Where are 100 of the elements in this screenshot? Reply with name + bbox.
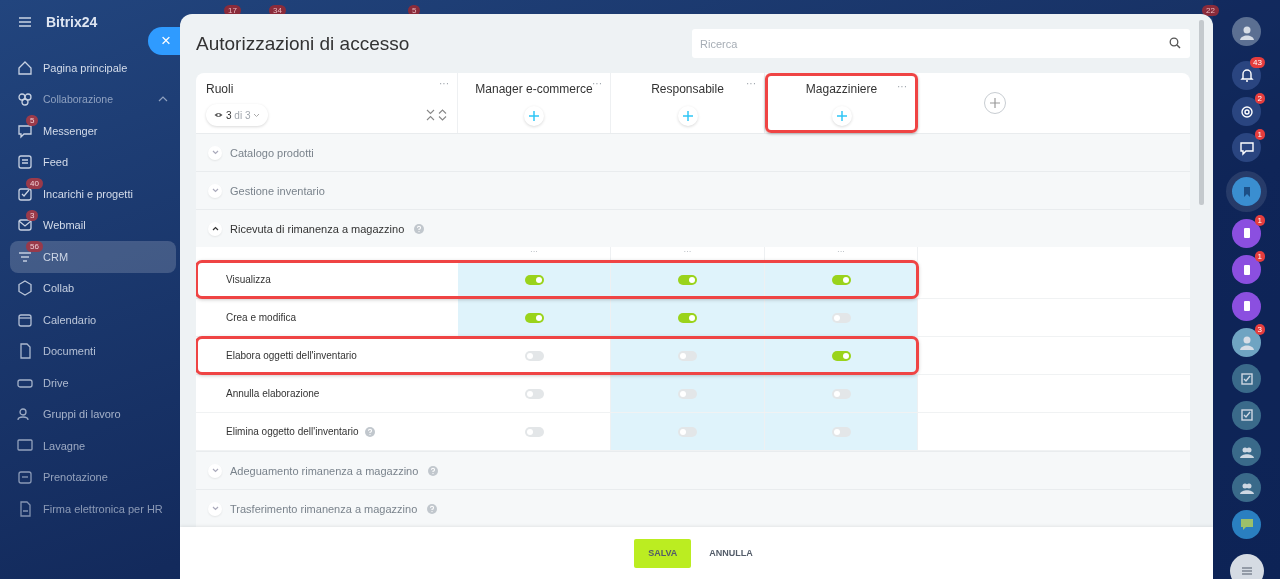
sidebar-item[interactable]: 40 Incarichi e progetti [10, 178, 176, 210]
count-badge: 5 [26, 115, 39, 126]
chevron-icon[interactable] [208, 221, 222, 236]
menu-button[interactable] [1229, 553, 1264, 579]
count-badge: 40 [26, 178, 43, 189]
toggle-switch[interactable] [524, 426, 544, 437]
sidebar-item[interactable]: Calendario [10, 304, 176, 336]
toggle-switch[interactable] [524, 388, 544, 399]
nav-icon [16, 153, 34, 172]
sidebar-group-label[interactable]: Collaborazione [43, 93, 114, 106]
bookmark-icon [1243, 186, 1250, 197]
column-header: Responsabile [651, 82, 724, 96]
sidebar-item[interactable]: Lavagne [10, 430, 176, 462]
sidebar-item[interactable]: Gruppi di lavoro [10, 398, 176, 430]
permission-label: Elimina oggetto dell'inventario [226, 426, 359, 437]
nav-icon [16, 279, 34, 298]
search-field[interactable]: Ricerca [692, 29, 1190, 58]
toggle-switch[interactable] [524, 350, 544, 361]
section-title[interactable]: Ricevuta di rimanenza a magazzino [230, 222, 405, 235]
help-icon[interactable] [364, 426, 375, 437]
toggle-switch[interactable] [678, 312, 697, 323]
nav-icon [16, 468, 34, 487]
scrollbar-thumb[interactable] [1199, 20, 1204, 205]
add-button[interactable] [831, 106, 852, 126]
toggle-switch[interactable] [678, 350, 697, 361]
collapse-icon[interactable] [426, 109, 435, 121]
sidebar-item[interactable]: 56 CRM [10, 241, 176, 273]
save-button[interactable]: SALVA [634, 538, 692, 568]
sidebar-item[interactable]: 5 Messenger [10, 115, 176, 147]
section-title[interactable]: Catalogo prodotti [230, 146, 314, 159]
toggle-switch[interactable] [524, 312, 544, 323]
toggle-switch[interactable] [831, 274, 851, 285]
section-title[interactable]: Adeguamento rimanenza a magazzino [230, 464, 419, 477]
plus-icon [682, 111, 693, 121]
chevron-icon[interactable] [158, 96, 168, 103]
bell-icon [1237, 66, 1256, 85]
section-title[interactable]: Trasferimento rimanenza a magazzino [230, 502, 418, 515]
menu-icon[interactable] [18, 16, 32, 28]
check-button[interactable] [1232, 364, 1261, 394]
role-filter[interactable]: 3 di 3 [206, 104, 269, 126]
book-button[interactable] [1232, 291, 1261, 321]
expand-icon[interactable] [438, 109, 447, 121]
add-button[interactable] [677, 106, 698, 126]
permission-label: Elabora oggetti dell'inventario [226, 350, 357, 361]
close-button[interactable]: × [148, 27, 180, 55]
toggle-switch[interactable] [678, 388, 697, 399]
count-badge: 1 [1254, 129, 1265, 141]
section-title[interactable]: Gestione inventario [230, 184, 325, 197]
logo[interactable]: Bitrix24 [46, 14, 98, 30]
more-menu[interactable]: ··· [897, 81, 907, 92]
more-menu[interactable]: ··· [746, 78, 756, 89]
count-badge: 56 [26, 241, 43, 252]
more-menu[interactable]: ··· [439, 78, 449, 89]
add-button[interactable] [524, 106, 544, 126]
eye-icon [214, 112, 223, 118]
people-button[interactable] [1232, 473, 1261, 503]
count-badge: 43 [1250, 56, 1265, 68]
toggle-switch[interactable] [831, 426, 851, 437]
count-badge: 3 [1254, 323, 1265, 335]
permission-label: Crea e modifica [226, 312, 297, 323]
plus-icon [836, 111, 847, 121]
avatar[interactable] [1232, 17, 1261, 46]
count-badge: 2 [1254, 93, 1265, 105]
sidebar-item[interactable]: 3 Webmail [10, 209, 176, 241]
count-badge: 3 [26, 209, 39, 221]
toggle-switch[interactable] [678, 274, 697, 285]
sidebar-item[interactable]: Documenti [10, 335, 176, 367]
cancel-button[interactable]: ANNULLA [703, 547, 759, 559]
search-icon[interactable] [1169, 37, 1181, 49]
help-icon[interactable] [427, 503, 438, 514]
help-icon[interactable] [414, 223, 425, 234]
toggle-switch[interactable] [678, 426, 697, 437]
help-icon[interactable] [428, 465, 439, 476]
column-header: Manager e-commerce [475, 82, 593, 96]
sidebar-item[interactable]: Collab [10, 272, 176, 304]
people-button[interactable] [1232, 437, 1261, 467]
group-icon [16, 90, 34, 109]
sidebar-item[interactable]: Feed [10, 146, 176, 178]
count-badge: 1 [1254, 214, 1265, 226]
permission-label: Visualizza [226, 274, 271, 285]
plus-icon [529, 111, 539, 121]
toggle-switch[interactable] [831, 312, 851, 323]
sidebar-item[interactable]: Prenotazione [10, 461, 176, 493]
column-header: Magazziniere [805, 82, 878, 96]
panel-title: Autorizzazioni di accesso [196, 32, 410, 55]
toggle-switch[interactable] [831, 388, 851, 399]
plus-icon [990, 98, 1000, 108]
more-menu[interactable]: ··· [592, 78, 602, 89]
toggle-switch[interactable] [524, 274, 544, 285]
sidebar-item[interactable]: Drive [10, 367, 176, 399]
column-header: Ruoli [206, 82, 234, 96]
add-role-button[interactable] [984, 92, 1006, 114]
permission-label: Annulla elaborazione [226, 388, 320, 399]
toggle-switch[interactable] [831, 350, 851, 361]
check-button[interactable] [1232, 400, 1261, 430]
message-button[interactable] [1232, 509, 1261, 539]
count-badge: 22 [1202, 5, 1219, 16]
chevron-icon [253, 112, 261, 118]
sidebar-item[interactable]: Firma elettronica per HR [10, 493, 176, 525]
sidebar-item[interactable]: Pagina principale [10, 52, 176, 84]
